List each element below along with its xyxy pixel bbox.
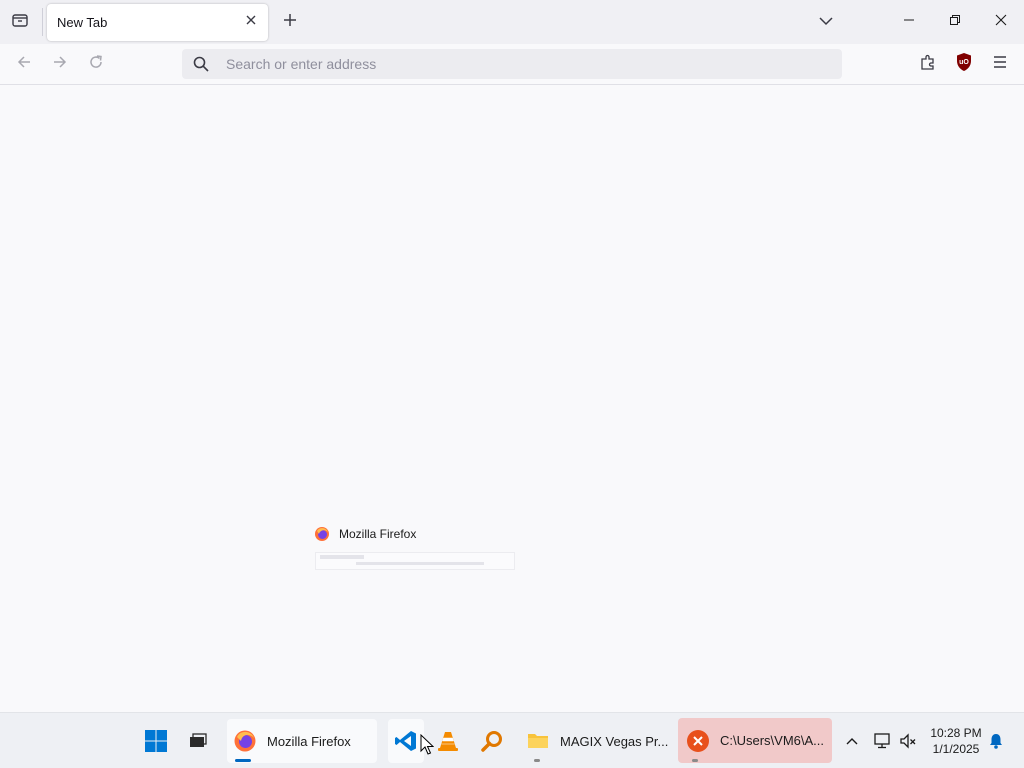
address-input[interactable]	[226, 49, 826, 79]
mouse-cursor	[420, 733, 435, 756]
bell-icon	[982, 727, 1010, 755]
tab-list-icon	[11, 11, 29, 34]
tab-title: New Tab	[57, 15, 108, 30]
taskbar-error-window[interactable]: C:\Users\VM6\A...	[678, 718, 832, 763]
ublock-origin-button[interactable]: uO	[948, 48, 980, 80]
taskbar-firefox[interactable]: Mozilla Firefox	[227, 719, 377, 763]
taskbar-thumbnail-preview[interactable]: Mozilla Firefox	[308, 519, 520, 579]
restore-icon	[949, 13, 961, 31]
start-button[interactable]	[142, 727, 170, 755]
taskbar-error-label: C:\Users\VM6\A...	[720, 733, 825, 748]
minimize-button[interactable]	[888, 0, 930, 44]
app-menu-button[interactable]	[984, 48, 1016, 80]
taskbar-firefox-label: Mozilla Firefox	[267, 733, 351, 749]
extensions-icon	[919, 53, 937, 76]
volume-button[interactable]	[894, 727, 922, 755]
running-indicator	[534, 759, 540, 762]
error-x-icon	[684, 727, 712, 755]
minimize-icon	[903, 13, 915, 31]
extensions-button[interactable]	[912, 48, 944, 80]
firefox-view-button[interactable]	[4, 6, 36, 38]
forward-arrow-icon	[52, 54, 68, 75]
restore-button[interactable]	[934, 0, 976, 44]
firefox-icon	[314, 526, 330, 542]
forward-button[interactable]	[44, 48, 76, 80]
new-tab-button[interactable]	[276, 8, 304, 36]
search-icon	[192, 55, 210, 73]
preview-thumbnail[interactable]	[315, 552, 515, 570]
taskbar-vscode[interactable]	[388, 719, 424, 763]
tab-strip: New Tab	[0, 0, 1024, 44]
vscode-icon	[392, 727, 420, 755]
taskbar-vlc[interactable]	[434, 727, 462, 755]
windows-logo-icon	[142, 727, 170, 755]
magnifier-icon	[478, 727, 506, 755]
taskbar-file-explorer[interactable]: MAGIX Vegas Pr...	[522, 719, 670, 763]
folder-icon	[524, 727, 552, 755]
system-clock[interactable]: 10:28 PM 1/1/2025	[926, 725, 986, 757]
task-view-icon	[184, 727, 212, 755]
address-bar[interactable]	[182, 49, 842, 79]
thumbnail-tab	[320, 555, 364, 559]
network-status-button[interactable]	[868, 727, 896, 755]
back-button[interactable]	[8, 48, 40, 80]
running-indicator	[692, 759, 698, 762]
taskbar-search-app[interactable]	[478, 727, 506, 755]
monitor-icon	[868, 727, 896, 755]
reload-icon	[88, 54, 104, 75]
preview-title: Mozilla Firefox	[339, 527, 417, 541]
active-indicator	[235, 759, 251, 762]
task-view-button[interactable]	[184, 727, 212, 755]
back-arrow-icon	[16, 54, 32, 75]
page-content	[0, 86, 1024, 712]
notification-button[interactable]	[982, 727, 1010, 755]
vlc-cone-icon	[434, 727, 462, 755]
tab-new-tab[interactable]: New Tab	[47, 4, 268, 41]
clock-time: 10:28 PM	[930, 726, 982, 740]
close-icon	[245, 13, 257, 31]
taskbar-explorer-label: MAGIX Vegas Pr...	[560, 733, 669, 749]
ublock-shield-icon: uO	[955, 52, 973, 77]
close-icon	[995, 13, 1007, 31]
plus-icon	[283, 13, 297, 32]
clock-date: 1/1/2025	[932, 742, 980, 756]
svg-text:uO: uO	[959, 59, 969, 66]
window-close-button[interactable]	[980, 0, 1022, 44]
volume-muted-icon	[894, 727, 922, 755]
list-all-tabs-button[interactable]	[812, 8, 840, 36]
tab-divider	[42, 8, 43, 36]
hamburger-menu-icon	[992, 55, 1008, 74]
show-hidden-icons-button[interactable]	[838, 727, 866, 755]
thumbnail-urlbar	[356, 562, 484, 565]
reload-button[interactable]	[80, 48, 112, 80]
navigation-toolbar: uO	[0, 44, 1024, 85]
chevron-up-icon	[838, 727, 866, 755]
firefox-icon	[231, 727, 259, 755]
taskbar: Mozilla Firefox MAGIX Vegas Pr... C:\Use…	[0, 712, 1024, 768]
tab-close-button[interactable]	[240, 11, 262, 33]
chevron-down-icon	[819, 13, 833, 31]
